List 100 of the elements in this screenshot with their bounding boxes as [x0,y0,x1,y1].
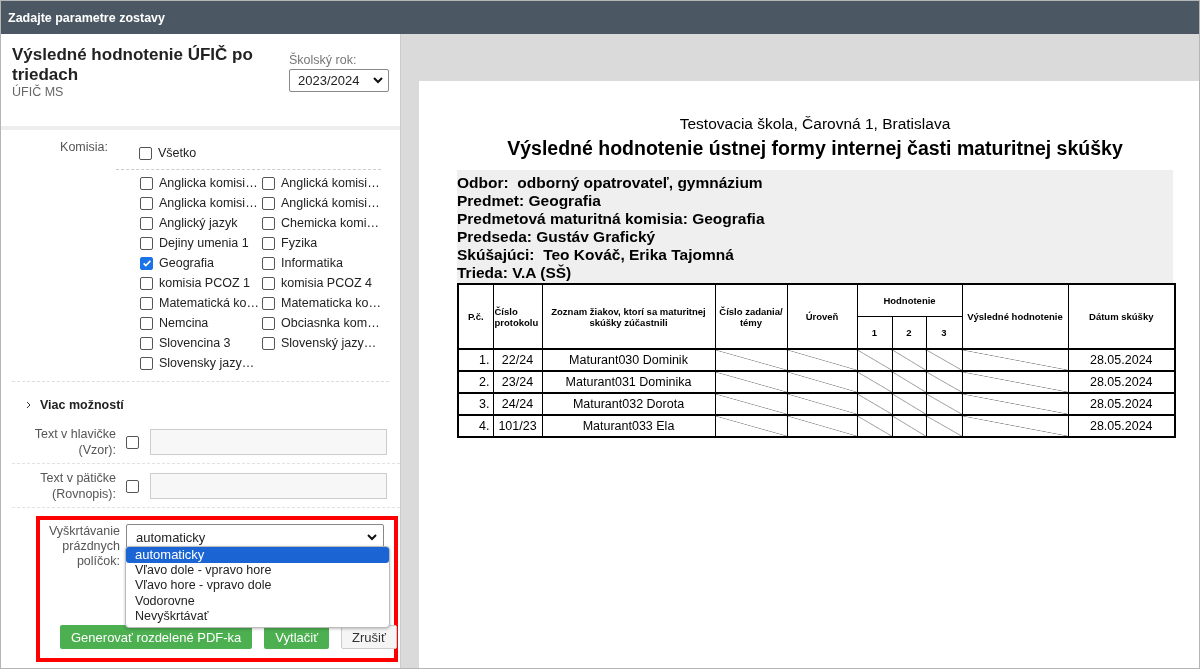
crossed-out-cell [892,371,926,393]
document-title: Výsledné hodnotenie ústnej formy internej časti maturitnej skúšky [506,137,1124,160]
checkbox[interactable] [262,216,275,230]
crossed-out-cell [926,415,962,437]
checkbox-label: Slovencina 3 [159,336,231,350]
info-line: Trieda: V.A (SŠ) [457,264,573,282]
table-cell: 101/23 [493,415,542,437]
checkbox[interactable] [262,236,275,250]
checkbox[interactable] [140,216,153,230]
input-field[interactable] [150,473,387,499]
field-label: Školský rok: [289,53,358,67]
column-header: Hodnotenie [857,284,962,316]
dropdown-option[interactable]: Nevyškrtávať [126,609,389,625]
report-title: Výsledné hodnotenie ÚFIČ po triedach [12,45,254,84]
info-line: Odbor: odborný opatrovateľ, gymnázium [457,174,764,192]
info-line: Skúšajúci: Teo Kováč, Erika Tajomná [457,246,735,264]
crossed-out-cell [892,349,926,371]
table-cell: Maturant030 Dominik [542,349,715,371]
crossed-out-cell [926,349,962,371]
checkbox[interactable] [262,256,275,270]
input-field[interactable] [150,429,387,455]
checkbox-label: komisia PCOZ 4 [281,276,372,290]
checkbox[interactable] [140,256,153,270]
table-cell: Maturant032 Dorota [542,393,715,415]
expand-toggle[interactable]: Viac možností [26,398,400,412]
caret-icon [367,533,377,541]
crossed-out-cell [926,393,962,415]
crossed-out-cell [787,371,857,393]
table-cell: 23/24 [493,371,542,393]
year-dropdown[interactable]: 2023/2024 [289,69,389,92]
dropdown-option[interactable]: Vľavo hore - vpravo dole [126,578,389,594]
checkbox-label: Matematická ko… [159,296,260,310]
crossed-out-cell [715,371,787,393]
checkbox[interactable] [140,176,153,190]
table-cell: 2. [458,371,493,393]
info-line: Predmetová maturitná komisia: Geografia [457,210,766,228]
checkbox[interactable] [262,176,275,190]
crossed-out-cell [926,371,962,393]
crossed-out-cell [715,349,787,371]
crossed-out-cell [787,415,857,437]
checkbox[interactable] [140,336,153,350]
table-cell: 4. [458,415,493,437]
table-cell: 3. [458,393,493,415]
school-name: Testovacia škola, Čarovná 1, Bratislava [678,115,952,133]
checkbox[interactable] [262,196,275,210]
dropdown-option[interactable]: Vodorovne [126,593,389,609]
crossed-out-cell [715,415,787,437]
checkbox-label: Obciasnka kom… [281,316,380,330]
checkbox-label: Anglicka komisi… [159,196,258,210]
checkbox-label: Anglická komisi… [281,176,380,190]
dropdown-option[interactable]: Vľavo dole - vpravo hore [126,562,389,578]
checkbox-label: Informatika [281,256,343,270]
field-label: Vyškrtávanie prázdnych políčok: [47,524,120,569]
crossed-out-cell [857,415,892,437]
checkbox[interactable] [262,296,275,310]
checkbox-label: Slovenský jazy… [281,336,377,350]
checkbox-label: Anglický jazyk [159,216,238,230]
crossed-out-cell [787,349,857,371]
info-line: Predmet: Geografia [457,192,602,210]
checkbox[interactable] [126,479,139,493]
checkbox-label: Anglicka komisi… [159,176,258,190]
crossed-out-cell [857,371,892,393]
checkbox[interactable] [139,146,152,160]
chevron-icon [26,401,32,409]
dropdown-option[interactable]: automaticky [126,547,389,563]
table-cell: 24/24 [493,393,542,415]
checkbox-label: Nemcina [159,316,209,330]
checkbox-label: Fyzika [281,236,318,250]
checkbox-label: Chemicka komi… [281,216,379,230]
checkbox-label: Geografia [159,256,214,270]
column-header: Číslo protokolu [493,284,542,349]
crossed-out-cell [892,393,926,415]
checkbox-label: Anglická komisi… [281,196,380,210]
checkbox-label: Slovensky jazy… [159,356,255,370]
crossed-out-cell [715,393,787,415]
field-label: Text v pätičke (Rovnopis): [39,470,116,502]
field-label: Komisia: [59,140,109,156]
checkbox[interactable] [262,336,275,350]
checkbox-label: komisia PCOZ 1 [159,276,250,290]
checkbox-label: Všetko [158,146,197,160]
checkbox[interactable] [140,316,153,330]
window-title: Zadajte parametre zostavy [8,10,165,25]
checkbox[interactable] [140,196,153,210]
crossed-out-cell [857,393,892,415]
checkbox[interactable] [140,276,153,290]
table-cell: 22/24 [493,349,542,371]
checkbox[interactable] [140,296,153,310]
crossed-out-cell [892,415,926,437]
checkbox-label: Matematicka ko… [281,296,382,310]
checkbox[interactable] [140,356,153,370]
column-header: Výsledné hodnotenie [962,284,1068,349]
checkbox[interactable] [262,276,275,290]
info-line: Predseda: Gustáv Grafický [457,228,657,246]
report-subtitle: ÚFIČ MS [12,85,64,99]
table-cell: Maturant031 Dominika [542,371,715,393]
checkbox-label: Dejiny umenia 1 [159,236,249,250]
checkbox[interactable] [126,435,139,449]
table-cell: 1. [458,349,493,371]
checkbox[interactable] [140,236,153,250]
checkbox[interactable] [262,316,275,330]
